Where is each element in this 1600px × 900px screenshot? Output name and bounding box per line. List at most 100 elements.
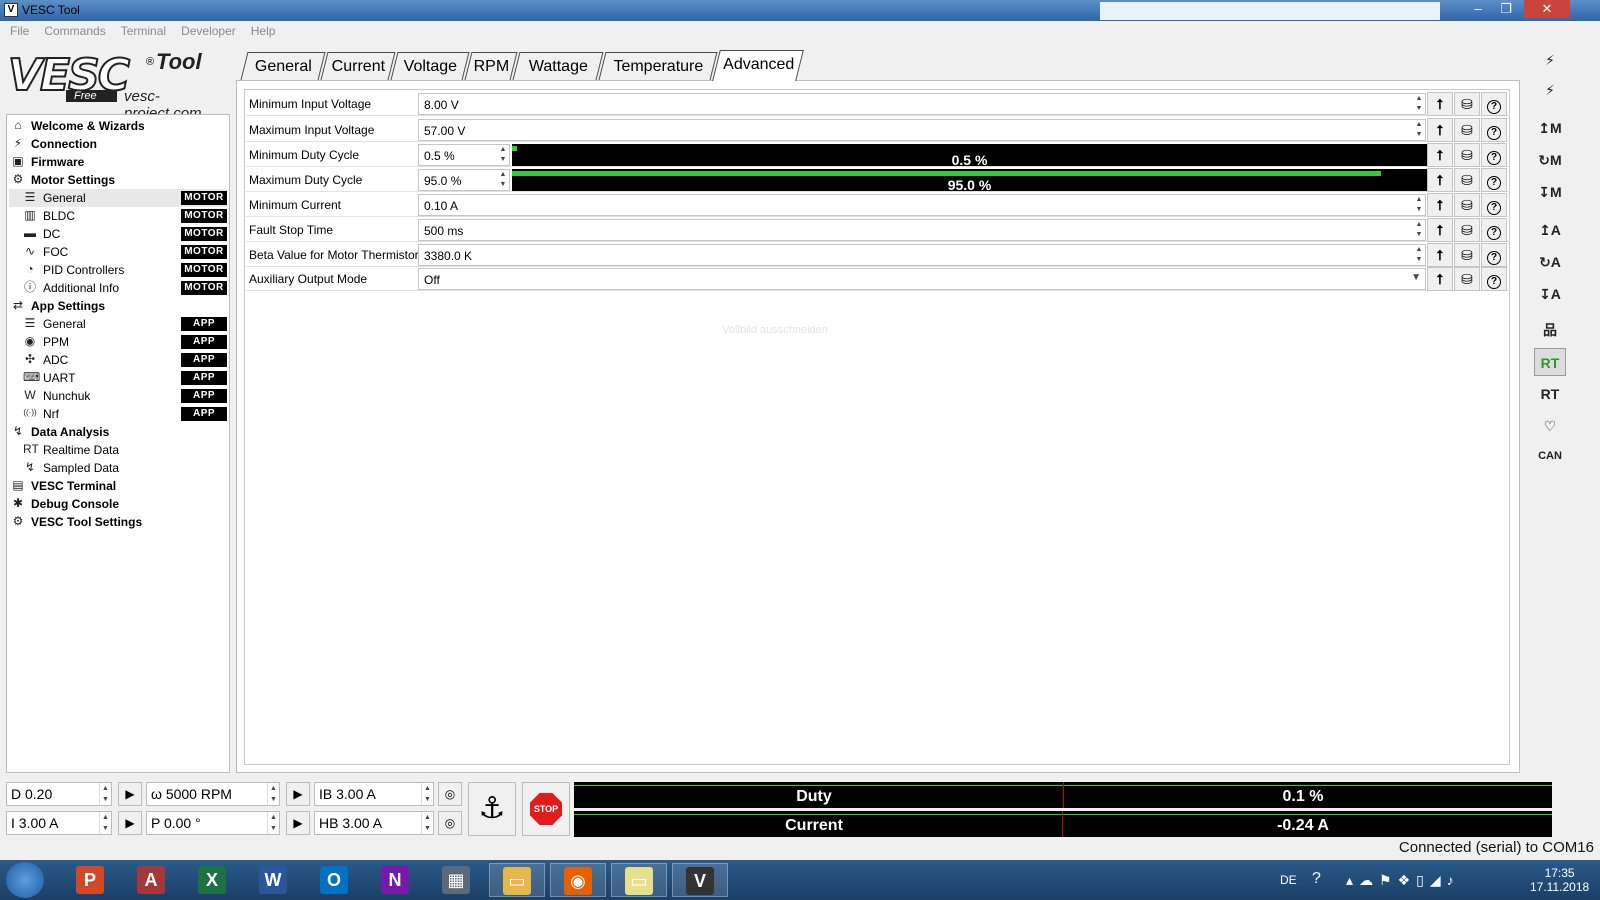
outlook-icon[interactable]: O [306,863,362,897]
tree-item[interactable]: W Nunchuk APP [9,387,227,405]
read-default-app-config-icon[interactable]: ↻A [1534,248,1566,276]
set-position-play-button[interactable]: ▶ [286,811,310,835]
help-param-button[interactable]: ? [1481,193,1507,217]
maximize-button[interactable]: ❐ [1492,0,1520,18]
rpm-spinner[interactable]: ▲ ▼ [267,783,279,805]
tab-advanced[interactable]: Advanced [712,50,804,81]
read-motor-config-icon[interactable]: ↥M [1534,114,1566,142]
upload-param-button[interactable]: ⭡ [1427,168,1453,192]
calculator-icon[interactable]: ▦ [428,863,484,897]
connect-icon[interactable]: ⚡ [1534,46,1566,74]
menu-commands[interactable]: Commands [34,21,110,38]
param-select[interactable]: Off ▼ [418,268,1426,290]
access-icon[interactable]: A [123,863,179,897]
realtime-data-icon[interactable]: RT [1534,348,1566,376]
heartbeat-icon[interactable]: ♡ [1534,412,1566,440]
upload-param-button[interactable]: ⭡ [1427,118,1453,142]
write-motor-config-icon[interactable]: ↧M [1534,178,1566,206]
default-param-button[interactable]: ⛁ [1454,193,1480,217]
tree-item[interactable]: ◔ PID Controllers MOTOR [9,261,227,279]
help-param-button[interactable]: ? [1481,243,1507,267]
param-input[interactable]: 0.10 A ▲ ▼ [418,194,1426,216]
word-icon[interactable]: W [245,863,301,897]
sticky-notes-icon[interactable]: ▭ [611,863,667,897]
start-button[interactable] [6,862,44,898]
explorer-icon[interactable]: ▭ [489,863,545,897]
tree-item[interactable]: ◉ PPM APP [9,333,227,351]
param-input[interactable]: 57.00 V ▲ ▼ [418,119,1426,141]
help-param-button[interactable]: ? [1481,118,1507,142]
read-app-config-icon[interactable]: ↥A [1534,216,1566,244]
tree-item[interactable]: ⚡ Connection [9,135,227,153]
spinner-arrows[interactable]: ▲ ▼ [1413,195,1425,215]
set-handbrake-button[interactable]: ◎ [438,811,462,835]
write-app-config-icon[interactable]: ↧A [1534,280,1566,308]
can-network-icon[interactable]: 品 [1534,316,1566,344]
stop-button[interactable]: STOP [522,782,570,836]
onenote-icon[interactable]: N [367,863,423,897]
tree-item[interactable]: ⚙ Motor Settings [9,171,227,189]
excel-icon[interactable]: X [184,863,240,897]
tab-general[interactable]: General [240,52,326,80]
position-spinner[interactable]: ▲ ▼ [267,812,279,834]
firefox-icon[interactable]: ◉ [550,863,606,897]
set-current-play-button[interactable]: ▶ [118,811,142,835]
vesc-tool-icon[interactable]: V [672,863,728,897]
upload-param-button[interactable]: ⭡ [1427,193,1453,217]
close-button[interactable]: ✕ [1524,0,1570,18]
tab-wattage[interactable]: Wattage [512,52,604,80]
set-brake-button[interactable]: ◎ [438,782,462,806]
can-fwd-icon[interactable]: CAN [1534,442,1566,470]
help-tray-icon[interactable]: ? [1312,870,1321,900]
help-param-button[interactable]: ? [1481,168,1507,192]
tab-temperature[interactable]: Temperature [598,52,718,80]
menu-developer[interactable]: Developer [171,21,241,38]
param-bar[interactable]: 0.5 % [512,144,1427,168]
tree-item[interactable]: ✣ ADC APP [9,351,227,369]
duty-spinner[interactable]: ▲ ▼ [99,783,111,805]
powerpoint-icon[interactable]: P [62,863,118,897]
anchor-button[interactable]: ⚓ [468,782,516,836]
tree-item[interactable]: ▥ BLDC MOTOR [9,207,227,225]
tab-current[interactable]: Current [320,52,396,80]
help-param-button[interactable]: ? [1481,267,1507,291]
disconnect-icon[interactable]: ⚡ [1534,76,1566,104]
tree-item[interactable]: ((·)) Nrf APP [9,405,227,423]
brake-current-input[interactable]: IB 3.00 A ▲ ▼ [314,782,434,806]
tab-rpm[interactable]: RPM [464,52,518,80]
tree-item[interactable]: ⇄ App Settings [9,297,227,315]
default-param-button[interactable]: ⛁ [1454,143,1480,167]
param-input[interactable]: 0.5 % ▲ ▼ [418,144,510,166]
upload-param-button[interactable]: ⭡ [1427,243,1453,267]
tree-item[interactable]: ▤ VESC Terminal [9,477,227,495]
tree-item[interactable]: ▬ DC MOTOR [9,225,227,243]
tree-item[interactable]: ↯ Sampled Data [9,459,227,477]
handbrake-input[interactable]: HB 3.00 A ▲ ▼ [314,811,434,835]
dropdown-arrow-icon[interactable]: ▼ [1411,272,1421,283]
current-input[interactable]: I 3.00 A ▲ ▼ [6,811,112,835]
default-param-button[interactable]: ⛁ [1454,92,1480,116]
spinner-arrows[interactable]: ▲ ▼ [1413,120,1425,140]
param-input[interactable]: 500 ms ▲ ▼ [418,219,1426,241]
rpm-input[interactable]: ω 5000 RPM ▲ ▼ [146,782,280,806]
minimize-button[interactable]: – [1464,0,1492,18]
tree-item[interactable]: RT Realtime Data [9,441,227,459]
current-spinner[interactable]: ▲ ▼ [99,812,111,834]
upload-param-button[interactable]: ⭡ [1427,218,1453,242]
menu-file[interactable]: File [0,21,34,38]
taskbar-clock[interactable]: 17:35 17.11.2018 [1530,866,1589,900]
tree-item[interactable]: ☰ General APP [9,315,227,333]
tree-item[interactable]: ⌂ Welcome & Wizards [9,117,227,135]
tree-item[interactable]: ▣ Firmware [9,153,227,171]
default-param-button[interactable]: ⛁ [1454,267,1480,291]
set-duty-play-button[interactable]: ▶ [118,782,142,806]
default-param-button[interactable]: ⛁ [1454,118,1480,142]
set-rpm-play-button[interactable]: ▶ [286,782,310,806]
spinner-arrows[interactable]: ▲ ▼ [497,170,509,190]
tree-item[interactable]: ∿ FOC MOTOR [9,243,227,261]
read-default-motor-config-icon[interactable]: ↻M [1534,146,1566,174]
default-param-button[interactable]: ⛁ [1454,218,1480,242]
tab-voltage[interactable]: Voltage [390,52,470,80]
realtime-app-icon[interactable]: RT [1534,380,1566,408]
spinner-arrows[interactable]: ▲ ▼ [1413,220,1425,240]
